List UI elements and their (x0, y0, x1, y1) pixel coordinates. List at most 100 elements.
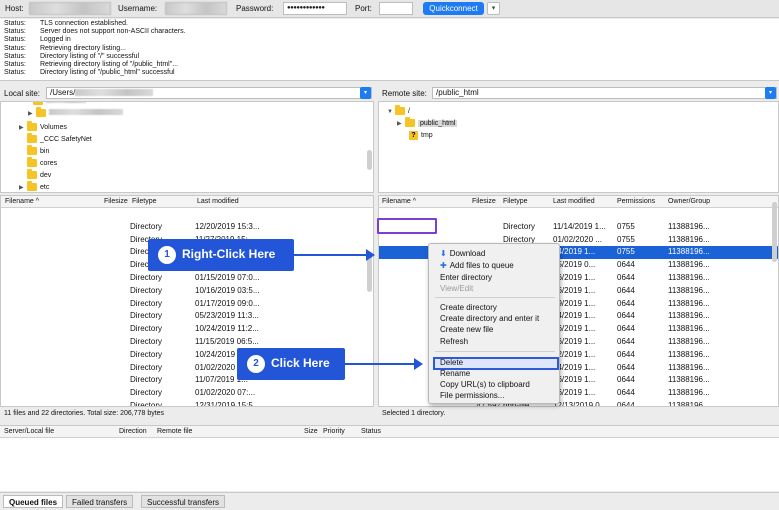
context-menu: ⬇ Download ✚ Add files to queue Enter dire… (428, 243, 560, 404)
tree-item[interactable]: ? tmp (409, 130, 433, 142)
table-row[interactable]: .. (379, 208, 778, 221)
file-modified: 05/23/2019 11:3... (195, 311, 259, 321)
username-input[interactable] (165, 2, 227, 15)
local-status: 11 files and 22 directories. Total size:… (4, 410, 165, 417)
file-owner: 11388196... (668, 337, 710, 346)
port-input[interactable] (379, 2, 413, 15)
col-server-local[interactable]: Server/Local file (4, 428, 54, 435)
menu-item-create-directory-enter[interactable]: Create directory and enter it (440, 314, 539, 324)
menu-item-download[interactable]: ⬇ Download (440, 249, 485, 259)
local-tree-scrollbar[interactable] (367, 150, 372, 170)
tree-item-public-html[interactable]: ▶ public_html (397, 117, 458, 130)
port-label: Port: (355, 4, 372, 13)
menu-item-add-to-queue[interactable]: ✚ Add files to queue (440, 261, 514, 271)
host-input[interactable] (29, 2, 111, 15)
file-type: Directory (130, 285, 163, 295)
local-site-dropdown-icon[interactable]: ▾ (360, 87, 371, 99)
tab-successful-transfers[interactable]: Successful transfers (141, 495, 226, 508)
tree-item[interactable]: ▶ (28, 107, 123, 120)
menu-item-view-edit: View/Edit (440, 284, 474, 293)
col-remote-file[interactable]: Remote file (157, 428, 192, 435)
file-modified: 15/2019 0... (553, 260, 596, 270)
col-size[interactable]: Size (304, 428, 318, 435)
menu-item-refresh[interactable]: Refresh (440, 337, 468, 347)
table-row[interactable]: wp-adminDirectory11/14/2019 1...07551138… (379, 221, 778, 234)
col-filetype[interactable]: Filetype (503, 198, 528, 205)
file-modified: 12/2019 1... (553, 349, 596, 359)
menu-item-copy-url[interactable]: Copy URL(s) to clipboard (440, 380, 530, 390)
col-permissions[interactable]: Permissions (617, 198, 655, 205)
remote-site-path[interactable]: /public_html ▾ (432, 87, 777, 99)
file-modified: 19/2019 1... (553, 298, 596, 308)
col-filename[interactable]: Filename ^ (5, 198, 39, 205)
file-permissions: 0644 (617, 349, 635, 359)
file-modified: 14/2019 1... (553, 362, 596, 372)
remote-list-scrollbar[interactable] (772, 202, 777, 262)
folder-icon (27, 145, 37, 156)
file-modified: 11/14/2019 1... (553, 221, 606, 231)
log-line: Status: Directory listing of "/" successf… (4, 52, 140, 60)
table-row[interactable]: .dockerDirectory01/15/2019 07:0... (1, 272, 373, 285)
remote-site-path-text: /public_html (436, 88, 479, 97)
file-modified: 12/13/2019 0... (553, 401, 607, 407)
file-modified: 14/2019 1... (553, 247, 596, 257)
tree-item[interactable]: ▶ Volumes (19, 121, 67, 134)
col-modified[interactable]: Last modified (553, 198, 595, 205)
local-site-path-text: /Users/ (50, 88, 76, 97)
expand-arrow-icon[interactable]: ▶ (19, 182, 27, 192)
menu-item-rename[interactable]: Rename (440, 369, 470, 379)
col-owner[interactable]: Owner/Group (668, 198, 710, 205)
add-queue-icon: ✚ (440, 261, 447, 270)
menu-item-create-directory[interactable]: Create directory (440, 303, 497, 313)
table-row[interactable]: DownloadsDirectory01/02/2020 07:... (1, 387, 373, 400)
col-filesize[interactable]: Filesize (104, 198, 128, 205)
table-row[interactable]: .. (1, 208, 373, 221)
file-owner: 11388196... (668, 401, 710, 407)
menu-item-file-permissions[interactable]: File permissions... (440, 391, 504, 401)
table-row[interactable]: .gitDirectory10/16/2019 03:5... (1, 285, 373, 298)
table-row[interactable]: .sshDirectory10/24/2019 11:2... (1, 323, 373, 336)
callout-click: 2 Click Here (237, 348, 345, 380)
menu-item-create-file[interactable]: Create new file (440, 325, 493, 335)
col-direction[interactable]: Direction (119, 428, 147, 435)
col-filename[interactable]: Filename ^ (382, 198, 416, 205)
file-owner: 11388196... (668, 375, 710, 385)
remote-list-header: Filename ^ Filesize Filetype Last modifi… (379, 196, 778, 208)
table-row[interactable]: .localDirectory01/17/2019 09:0... (1, 298, 373, 311)
table-row[interactable]: LibraryDirectory12/31/2019 15:5... (1, 400, 373, 406)
username-label: Username: (118, 4, 158, 13)
col-status[interactable]: Status (361, 428, 381, 435)
quickconnect-dropdown-icon[interactable]: ▾ (487, 2, 500, 15)
collapse-arrow-icon[interactable]: ▼ (387, 106, 395, 118)
tree-item[interactable]: _CCC SafetyNet (27, 133, 92, 146)
menu-item-delete[interactable]: Delete (440, 358, 463, 368)
col-priority[interactable]: Priority (323, 428, 345, 435)
local-list-header: Filename ^ Filesize Filetype Last modifi… (1, 196, 373, 208)
expand-arrow-icon[interactable]: ▶ (28, 108, 36, 120)
col-filesize[interactable]: Filesize (472, 198, 496, 205)
local-site-bar: Local site: /Users/ ▾ (0, 86, 374, 100)
expand-arrow-icon[interactable]: ▶ (397, 118, 405, 130)
tab-failed-transfers[interactable]: Failed transfers (66, 495, 134, 508)
tree-item[interactable]: ▶ etc (19, 181, 49, 192)
file-modified: 06/2019 1... (553, 388, 596, 398)
file-permissions: 0755 (617, 247, 635, 257)
file-owner: 11388196... (668, 311, 710, 321)
file-owner: 11388196... (668, 349, 710, 359)
password-input[interactable]: ●●●●●●●●●●●● (283, 2, 347, 15)
col-modified[interactable]: Last modified (197, 198, 239, 205)
col-filetype[interactable]: Filetype (132, 198, 157, 205)
table-row[interactable]: .TrashDirectory12/20/2019 15:3... (1, 221, 373, 234)
remote-site-dropdown-icon[interactable]: ▾ (765, 87, 776, 99)
file-type: Directory (130, 362, 163, 372)
quickconnect-button[interactable]: Quickconnect (423, 2, 484, 15)
file-modified: 06/2019 1... (553, 273, 596, 282)
menu-separator (435, 297, 555, 298)
tab-queued-files[interactable]: Queued files (3, 495, 64, 508)
local-site-path[interactable]: /Users/ ▾ (46, 87, 372, 99)
file-permissions: 0644 (617, 375, 635, 385)
expand-arrow-icon[interactable]: ▶ (19, 122, 27, 134)
table-row[interactable]: ApplicationsDirectory11/15/2019 06:5... (1, 336, 373, 349)
menu-item-enter-directory[interactable]: Enter directory (440, 273, 492, 283)
table-row[interactable]: .puttyDirectory05/23/2019 11:3... (1, 310, 373, 323)
